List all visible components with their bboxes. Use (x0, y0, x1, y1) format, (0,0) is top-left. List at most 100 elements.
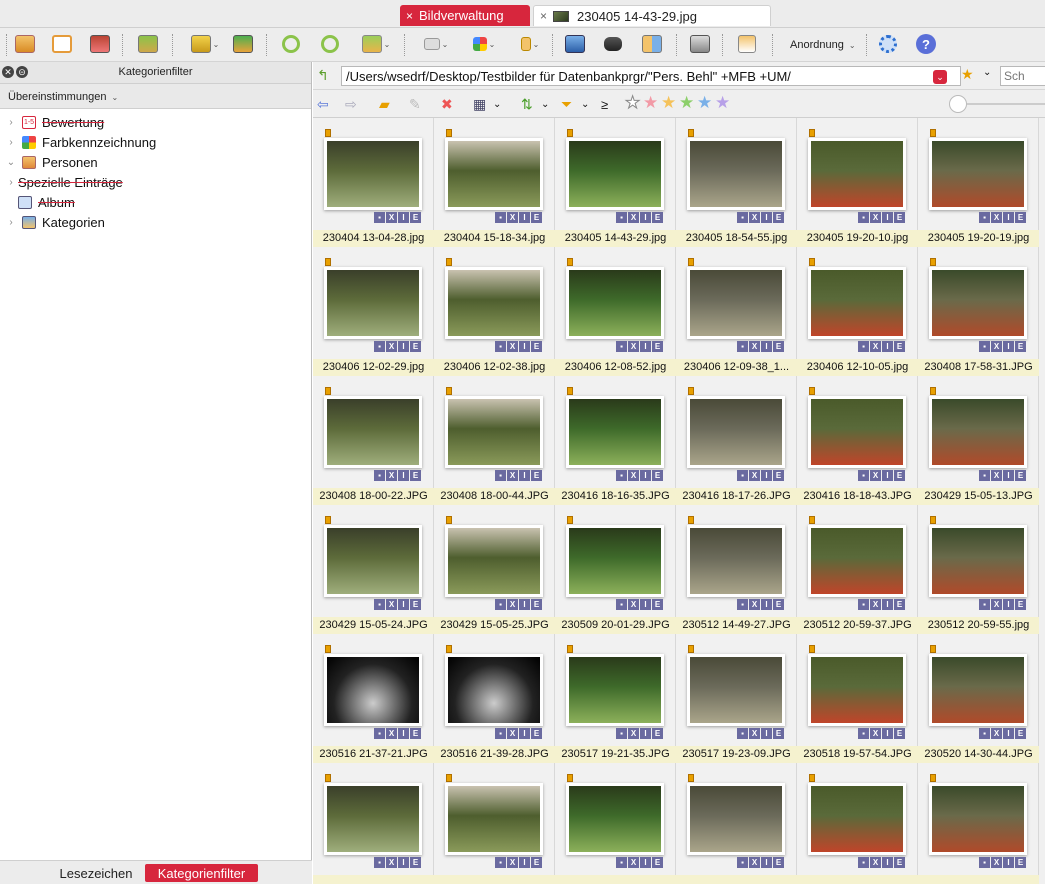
thumbnail-cell[interactable]: ▪ X I E (918, 763, 1039, 884)
delete-icon[interactable]: ✖ (441, 96, 453, 113)
path-input[interactable]: /Users/wsedrf/Desktop/Testbilder für Dat… (341, 66, 961, 86)
thumbnail-image[interactable] (445, 783, 543, 855)
thumbnail-cell[interactable]: ▪ X I E 230512 20-59-37.JPG (797, 505, 918, 634)
thumbnail-cell[interactable]: ▪ X I E 230406 12-02-29.jpg (313, 247, 434, 376)
import-icon[interactable] (136, 32, 160, 56)
thumbnail-cell[interactable]: ▪ X I E (555, 763, 676, 884)
thumbnail-cell[interactable]: ▪ X I E 230512 20-59-55.jpg (918, 505, 1039, 634)
thumbnail-cell[interactable]: ▪ X I E 230516 21-39-28.JPG (434, 634, 555, 763)
rotate-left-icon[interactable] (279, 32, 303, 56)
thumbnail-cell[interactable]: ▪ X I E (797, 763, 918, 884)
chevron-right-icon[interactable]: › (4, 217, 18, 228)
thumbnail-image[interactable] (445, 267, 543, 339)
thumbnail-cell[interactable]: ▪ X I E 230404 13-04-28.jpg (313, 118, 434, 247)
thumbnail-image[interactable] (324, 525, 422, 597)
print-icon[interactable] (688, 32, 712, 56)
batch-icon[interactable] (231, 32, 255, 56)
fullscreen-icon[interactable] (50, 32, 74, 56)
thumbnail-cell[interactable]: ▪ X I E 230517 19-21-35.JPG (555, 634, 676, 763)
filter-icon[interactable]: ⏷ (561, 96, 572, 113)
favorites-star-icon[interactable]: ★ (961, 66, 974, 83)
gear-icon[interactable] (876, 32, 900, 56)
chevron-down-icon[interactable]: ⌄ (4, 157, 18, 168)
chevron-right-icon[interactable]: › (4, 117, 18, 128)
thumbnail-cell[interactable]: ▪ X I E 230429 15-05-24.JPG (313, 505, 434, 634)
thumbnail-cell[interactable]: ▪ X I E 230516 21-37-21.JPG (313, 634, 434, 763)
up-folder-icon[interactable]: ↰ (317, 67, 329, 84)
thumbnail-cell[interactable]: ▪ X I E 230408 18-00-44.JPG (434, 376, 555, 505)
path-history-dropdown[interactable]: ⌄ (933, 70, 947, 84)
binoculars-icon[interactable] (601, 32, 625, 56)
arrange-menu[interactable]: Anordnung ⌄ (790, 39, 856, 51)
tab-bildverwaltung[interactable]: × Bildverwaltung (400, 5, 530, 26)
thumbnail-cell[interactable]: ▪ X I E 230517 19-23-09.JPG (676, 634, 797, 763)
search-input[interactable]: Sch (1000, 66, 1045, 86)
chevron-down-icon[interactable]: ⌄ (581, 99, 589, 110)
thumbnail-image[interactable] (687, 654, 785, 726)
view-mode-icon[interactable]: ▦ (473, 96, 486, 113)
thumbnail-cell[interactable]: ▪ X I E 230405 18-54-55.jpg (676, 118, 797, 247)
sort-icon[interactable]: ⇅ (521, 96, 533, 113)
thumbnail-image[interactable] (687, 396, 785, 468)
tree-item-bewertung[interactable]: › 1-5 Bewertung (0, 112, 311, 132)
thumbnail-image[interactable] (566, 138, 664, 210)
thumbnail-cell[interactable]: ▪ X I E 230416 18-17-26.JPG (676, 376, 797, 505)
chevron-down-icon[interactable]: ⌄ (983, 67, 991, 78)
thumbnail-cell[interactable]: ▪ X I E (676, 763, 797, 884)
star-filter-1-icon[interactable]: ★ (643, 93, 658, 113)
folder-tree-icon[interactable] (735, 32, 759, 56)
match-mode-menu[interactable]: Übereinstimmungen ⌄ (0, 84, 311, 109)
thumbnail-cell[interactable]: ▪ X I E 230416 18-16-35.JPG (555, 376, 676, 505)
thumbnail-cell[interactable]: ▪ X I E 230518 19-57-54.JPG (797, 634, 918, 763)
compare-icon[interactable] (640, 32, 664, 56)
thumbnail-image[interactable] (687, 783, 785, 855)
thumbnail-image[interactable] (687, 525, 785, 597)
thumbnail-image[interactable] (324, 138, 422, 210)
thumbnail-image[interactable] (687, 267, 785, 339)
thumbnail-cell[interactable]: ▪ X I E 230512 14-49-27.JPG (676, 505, 797, 634)
thumbnail-image[interactable] (808, 654, 906, 726)
thumbnail-image[interactable] (687, 138, 785, 210)
chevron-right-icon[interactable]: › (4, 137, 18, 148)
thumbnail-cell[interactable]: ▪ X I E 230408 17-58-31.JPG (918, 247, 1039, 376)
rotate-right-icon[interactable] (318, 32, 342, 56)
tree-item-album[interactable]: Album (0, 192, 311, 212)
bookmark-icon[interactable]: ⌄ (512, 32, 548, 56)
star-filter-4-icon[interactable]: ★ (697, 93, 712, 113)
help-icon[interactable]: ? (914, 32, 938, 56)
thumbnail-image[interactable] (929, 267, 1027, 339)
thumbnail-image[interactable] (929, 396, 1027, 468)
thumbnail-image[interactable] (445, 396, 543, 468)
thumbnail-cell[interactable]: ▪ X I E (434, 763, 555, 884)
thumbnail-size-slider[interactable] (949, 95, 967, 113)
thumbnail-image[interactable] (324, 267, 422, 339)
export-icon[interactable]: ⌄ (187, 32, 223, 56)
thumbnail-cell[interactable]: ▪ X I E 230406 12-02-38.jpg (434, 247, 555, 376)
thumbnail-image[interactable] (929, 138, 1027, 210)
thumbnail-image[interactable] (324, 396, 422, 468)
tree-item-farbkennzeichnung[interactable]: › Farbkennzeichnung (0, 132, 311, 152)
thumbnail-image[interactable] (929, 525, 1027, 597)
thumbnail-image[interactable] (566, 654, 664, 726)
new-folder-icon[interactable]: ▰ (379, 96, 390, 113)
chevron-right-icon[interactable]: › (4, 177, 18, 188)
camera-icon[interactable] (563, 32, 587, 56)
close-tab-icon[interactable]: × (540, 9, 547, 23)
thumbnail-image[interactable] (324, 654, 422, 726)
thumbnail-image[interactable] (808, 267, 906, 339)
thumbnail-cell[interactable]: ▪ X I E 230405 14-43-29.jpg (555, 118, 676, 247)
star-filter-2-icon[interactable]: ★ (661, 93, 676, 113)
thumbnail-cell[interactable]: ▪ X I E 230406 12-08-52.jpg (555, 247, 676, 376)
thumbnail-cell[interactable]: ▪ X I E 230509 20-01-29.JPG (555, 505, 676, 634)
tree-item-spezielle-eintraege[interactable]: › Spezielle Einträge (0, 172, 311, 192)
thumbnail-image[interactable] (929, 783, 1027, 855)
thumbnail-cell[interactable]: ▪ X I E (313, 763, 434, 884)
thumbnail-image[interactable] (445, 525, 543, 597)
thumbnail-image[interactable] (808, 396, 906, 468)
tab-kategorienfilter[interactable]: Kategorienfilter (145, 864, 258, 882)
thumbnail-cell[interactable]: ▪ X I E 230406 12-10-05.jpg (797, 247, 918, 376)
forward-arrow-icon[interactable]: ⇨ (345, 96, 357, 113)
chevron-down-icon[interactable]: ⌄ (493, 99, 501, 110)
tab-image[interactable]: × 230405 14-43-29.jpg (533, 5, 771, 26)
thumbnail-cell[interactable]: ▪ X I E 230405 19-20-19.jpg (918, 118, 1039, 247)
